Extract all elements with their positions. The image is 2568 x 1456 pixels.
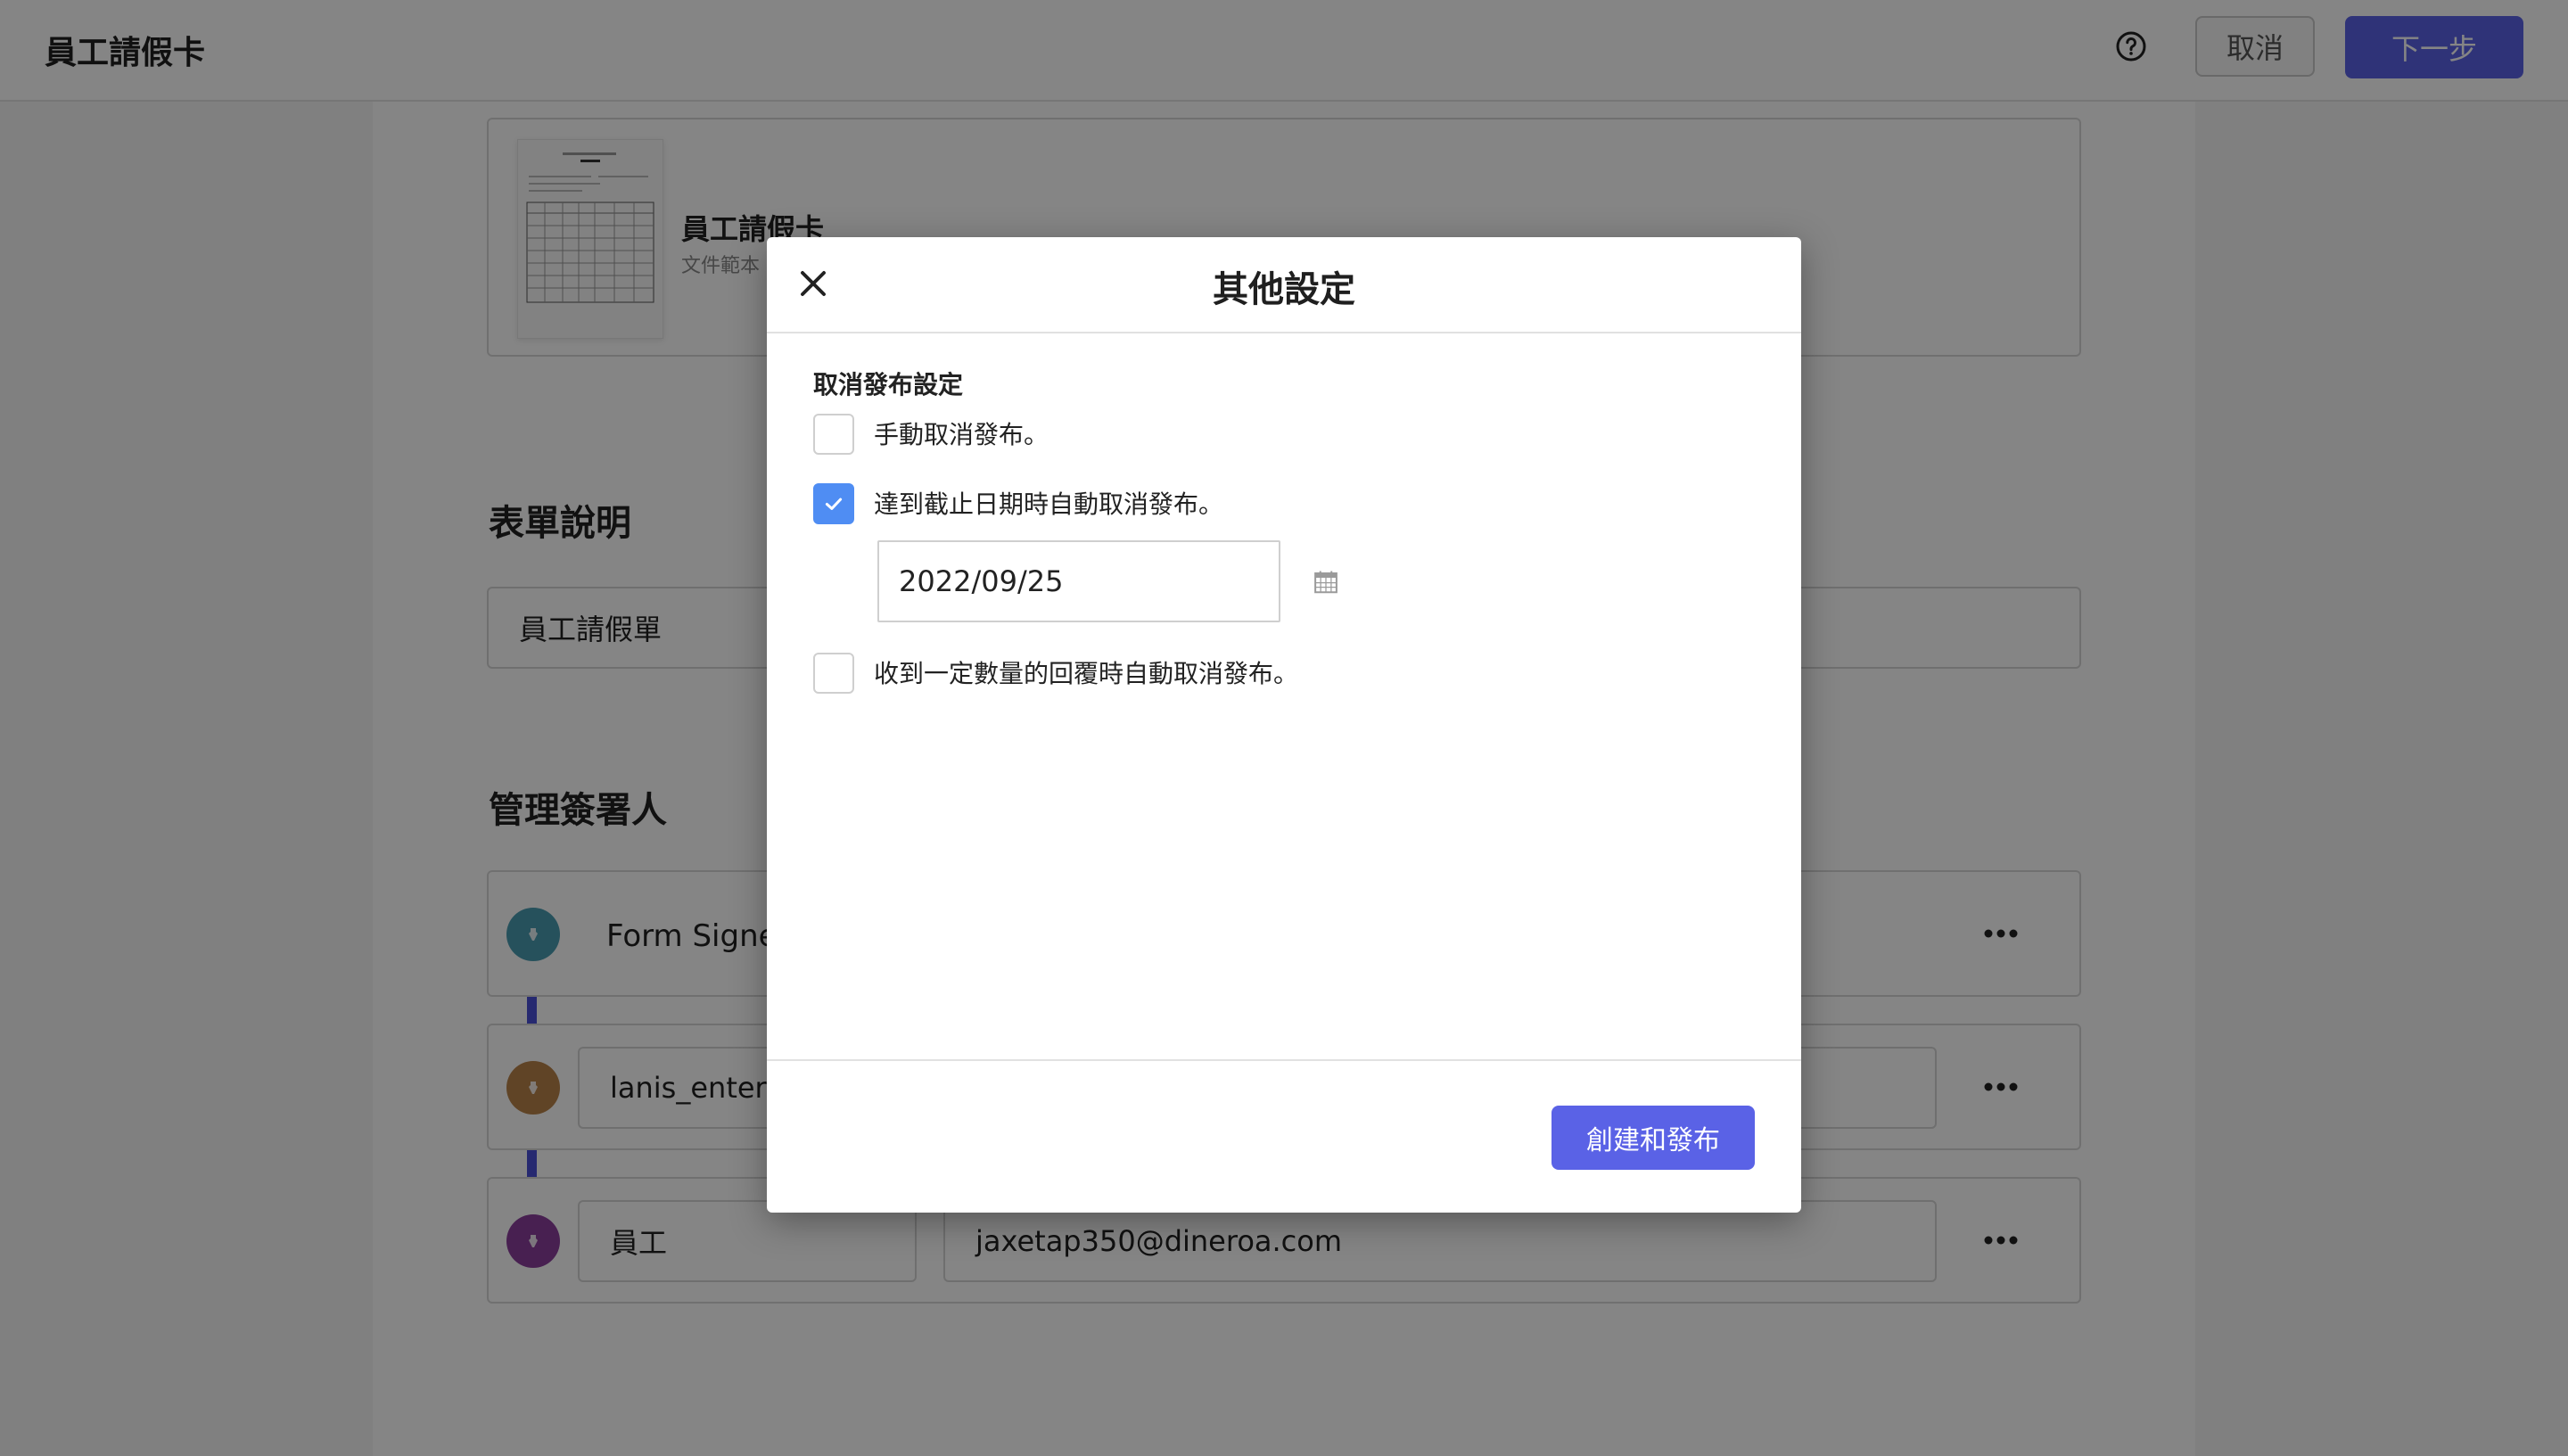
- manual-unpublish-label: 手動取消發布。: [874, 420, 1049, 449]
- settings-modal: 其他設定 取消發布設定 手動取消發布。 達到截止日期時自動取消發布。 收到一定數…: [767, 237, 1801, 1213]
- modal-title: 其他設定: [1213, 269, 1355, 310]
- checkmark-icon: [825, 498, 843, 510]
- create-and-publish-button[interactable]: 創建和發布: [1552, 1106, 1755, 1170]
- calendar-icon[interactable]: [1313, 569, 1339, 596]
- unpublish-settings-label: 取消發布設定: [813, 370, 964, 399]
- modal-header: 其他設定: [767, 237, 1801, 333]
- modal-footer-divider: [767, 1059, 1801, 1061]
- deadline-unpublish-checkbox[interactable]: [813, 483, 854, 524]
- deadline-unpublish-label: 達到截止日期時自動取消發布。: [874, 489, 1224, 519]
- reply-count-unpublish-checkbox[interactable]: [813, 653, 854, 694]
- deadline-date-input[interactable]: [877, 540, 1280, 622]
- reply-count-unpublish-label: 收到一定數量的回覆時自動取消發布。: [874, 659, 1299, 688]
- manual-unpublish-checkbox[interactable]: [813, 414, 854, 455]
